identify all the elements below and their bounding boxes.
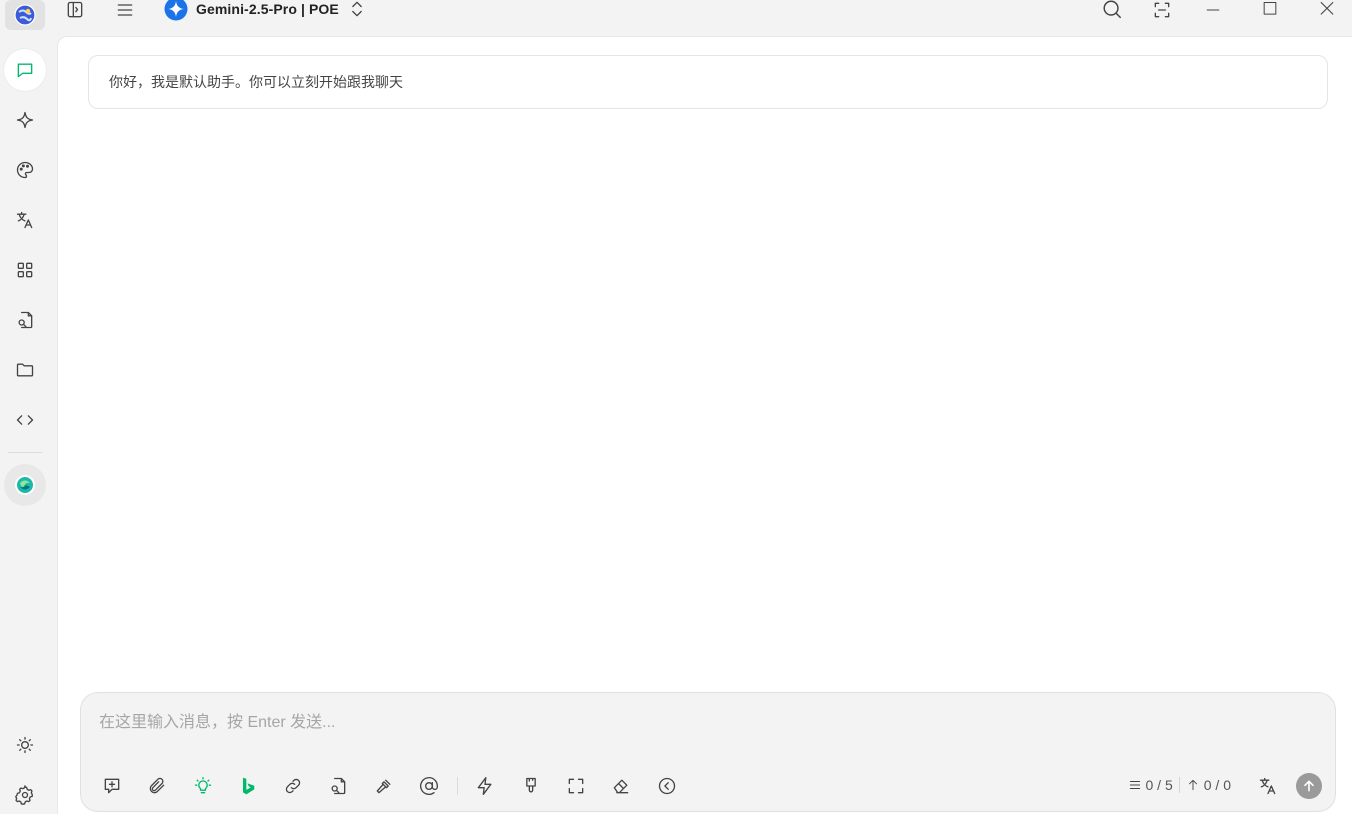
toggle-sidebar-button[interactable] xyxy=(64,0,86,20)
hammer-icon xyxy=(376,779,391,794)
welcome-message-text: 你好，我是默认助手。你可以立刻开始跟我聊天 xyxy=(109,74,403,90)
expand-input-button[interactable] xyxy=(563,773,589,799)
chat-main-area: 你好，我是默认助手。你可以立刻开始跟我聊天 在这里输入消息，按 Enter 发送… xyxy=(57,36,1352,814)
search-icon xyxy=(1103,0,1121,19)
sidebar-toggle-icon xyxy=(67,1,83,18)
maximize-icon xyxy=(1263,2,1277,15)
app-logo[interactable] xyxy=(5,0,45,30)
sidebar-item-assistant-avatar[interactable] xyxy=(4,464,46,506)
grid-icon xyxy=(17,262,33,278)
lightning-icon xyxy=(478,777,492,795)
translate-input-button[interactable] xyxy=(1255,773,1281,799)
sidebar-item-agents[interactable] xyxy=(4,99,46,141)
hamburger-menu-icon xyxy=(117,4,133,16)
model-selector[interactable]: Gemini-2.5-Pro | POE xyxy=(164,0,367,21)
web-search-bing-button[interactable] xyxy=(235,773,261,799)
toolbar-divider xyxy=(457,777,459,795)
clear-context-button[interactable] xyxy=(518,773,544,799)
translate-icon xyxy=(16,211,33,229)
list-lines-icon xyxy=(1129,781,1140,789)
sidebar-item-translate[interactable] xyxy=(4,199,46,241)
app-logo-icon xyxy=(14,4,36,26)
composer-toolbar xyxy=(99,773,699,799)
url-context-button[interactable] xyxy=(280,773,306,799)
mention-model-button[interactable] xyxy=(416,773,442,799)
at-sign-icon xyxy=(420,777,439,795)
bing-icon xyxy=(242,777,255,795)
close-icon xyxy=(1320,1,1334,15)
welcome-message-card: 你好，我是默认助手。你可以立刻开始跟我聊天 xyxy=(88,55,1328,109)
message-composer: 0 / 5 0 / 0 xyxy=(80,692,1336,812)
sparkle-icon xyxy=(16,111,34,129)
sidebar-item-paint[interactable] xyxy=(4,149,46,191)
search-button[interactable] xyxy=(1100,0,1124,20)
sidebar-divider xyxy=(8,452,42,453)
menu-button[interactable] xyxy=(114,0,136,20)
sidebar-item-apps[interactable] xyxy=(4,249,46,291)
lightbulb-icon xyxy=(194,777,211,794)
palette-icon xyxy=(16,161,34,179)
chevron-up-down-icon xyxy=(352,1,362,17)
sidebar-item-files[interactable] xyxy=(4,299,46,341)
screen-capture-icon xyxy=(1154,2,1170,18)
send-button[interactable] xyxy=(1296,773,1322,799)
sidebar xyxy=(0,0,56,814)
chat-bubble-icon xyxy=(17,63,33,78)
file-search-icon xyxy=(18,311,33,329)
eraser-icon xyxy=(613,779,629,794)
quick-phrases-button[interactable] xyxy=(472,773,498,799)
link-icon xyxy=(285,778,301,794)
collapse-toolbar-button[interactable] xyxy=(654,773,680,799)
code-icon xyxy=(16,415,34,425)
sidebar-item-folders[interactable] xyxy=(4,349,46,391)
attach-file-button[interactable] xyxy=(144,773,170,799)
counter-divider xyxy=(1178,777,1180,793)
settings-button[interactable] xyxy=(4,774,46,814)
file-search-icon xyxy=(331,777,346,795)
context-count: 0 / 5 xyxy=(1145,777,1173,793)
clear-messages-button[interactable] xyxy=(608,773,634,799)
new-topic-button[interactable] xyxy=(99,773,125,799)
screenshot-button[interactable] xyxy=(1150,0,1174,20)
window-close-button[interactable] xyxy=(1316,0,1338,20)
token-counter[interactable]: 0 / 0 xyxy=(1186,777,1231,793)
context-counter[interactable]: 0 / 5 xyxy=(1128,777,1173,793)
window-maximize-button[interactable] xyxy=(1259,0,1281,20)
theme-sun-icon xyxy=(16,736,34,754)
gemini-logo-icon xyxy=(164,0,188,21)
thinking-mode-button[interactable] xyxy=(190,773,216,799)
paperclip-icon xyxy=(149,777,165,794)
new-topic-icon xyxy=(104,778,120,794)
brush-icon xyxy=(525,777,536,793)
title-bar: Gemini-2.5-Pro | POE xyxy=(56,0,1352,36)
model-name: Gemini-2.5-Pro | POE xyxy=(196,1,339,17)
token-counters: 0 / 5 0 / 0 xyxy=(1128,777,1231,793)
theme-toggle-button[interactable] xyxy=(4,724,46,766)
token-count: 0 / 0 xyxy=(1203,777,1231,793)
folder-icon xyxy=(16,363,34,377)
arrow-up-icon xyxy=(1188,779,1197,791)
assistant-avatar-icon xyxy=(15,475,35,495)
chevron-left-circle-icon xyxy=(658,777,675,795)
minimize-icon xyxy=(1206,9,1220,11)
arrow-up-icon xyxy=(1304,780,1314,792)
settings-gear-icon xyxy=(15,785,33,805)
mcp-tools-button[interactable] xyxy=(371,773,397,799)
expand-icon xyxy=(568,778,584,794)
message-input[interactable] xyxy=(99,711,1299,735)
translate-icon xyxy=(1259,777,1276,795)
sidebar-item-code[interactable] xyxy=(4,399,46,441)
sidebar-item-chat[interactable] xyxy=(4,49,46,91)
window-minimize-button[interactable] xyxy=(1202,0,1224,20)
knowledge-base-button[interactable] xyxy=(325,773,351,799)
